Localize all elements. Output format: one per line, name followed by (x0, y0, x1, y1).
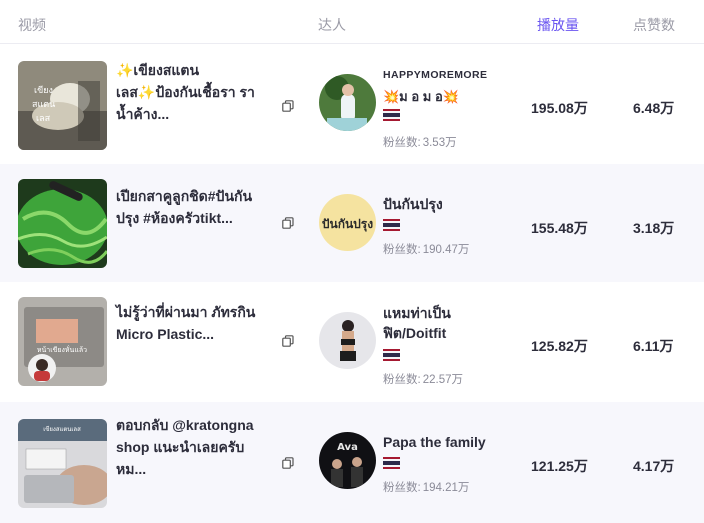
likes-value: 6.11万 (633, 338, 674, 354)
fans-value: 22.57万 (422, 374, 463, 386)
likes-value: 4.17万 (633, 458, 675, 474)
fans-count: 粉丝数: 22.57万 (383, 371, 463, 387)
column-header-plays-sort[interactable]: 播放量 (537, 15, 579, 35)
fans-count: 粉丝数: 194.21万 (383, 479, 469, 495)
thailand-flag-icon (383, 109, 400, 121)
video-title[interactable]: เปียกสาคูลูกชิด#ปันกัน ปรุง #ห้องครัวtik… (116, 185, 266, 229)
video-thumbnail[interactable] (18, 179, 107, 268)
copy-icon[interactable] (282, 335, 294, 347)
fans-value: 3.53万 (422, 137, 457, 149)
fans-label: 粉丝数: (383, 482, 421, 494)
creator-name[interactable]: HAPPYMOREMORE (383, 65, 503, 85)
table-row[interactable]: หน้าเขียงหั่นแล้ว ไม่รู้ว่าที่ผ่านมา ภัท… (0, 282, 704, 400)
creator-name[interactable]: Papa the family (383, 432, 503, 452)
table-row[interactable]: เปียกสาคูลูกชิด#ปันกัน ปรุง #ห้องครัวtik… (0, 164, 704, 282)
fans-label: 粉丝数: (383, 244, 421, 256)
column-header-creator: 达人 (318, 17, 346, 33)
svg-text:เลส: เลส (36, 114, 51, 124)
creator-nickname: 💥ม อ ม อ💥 (383, 89, 459, 104)
likes-value: 6.48万 (633, 100, 675, 116)
thailand-flag-icon (383, 349, 400, 361)
fans-label: 粉丝数: (383, 137, 421, 149)
svg-text:เขียงสแตนเลส: เขียงสแตนเลส (43, 425, 81, 433)
column-header-likes-sort[interactable]: 点赞数 (633, 15, 675, 35)
thailand-flag-icon (383, 457, 400, 469)
svg-text:Ava: Ava (337, 442, 358, 453)
plays-value: 195.08万 (531, 100, 588, 116)
thailand-flag-icon (383, 219, 400, 231)
video-title[interactable]: ✨เขียงสแตน เลส✨ป้องกันเชื้อรา รา น้ำค้าง… (116, 59, 266, 125)
creator-avatar[interactable] (319, 312, 376, 369)
table-header: 视频 达人 播放量 点赞数 (0, 0, 704, 44)
creator-avatar[interactable]: Ava (319, 432, 376, 489)
fans-value: 194.21万 (422, 482, 470, 494)
video-title[interactable]: ไม่รู้ว่าที่ผ่านมา ภัทรกิน Micro Plastic… (116, 301, 266, 345)
fans-label: 粉丝数: (383, 374, 421, 386)
video-thumbnail[interactable]: เขียงสแตนเลส (18, 419, 107, 508)
table-row[interactable]: เขียงสแตนเลส ตอบกลับ @kratongna shop แนะ… (0, 402, 704, 523)
video-title[interactable]: ตอบกลับ @kratongna shop แนะนำเลยครับ หม.… (116, 414, 266, 480)
video-thumbnail[interactable]: เขียง สแตน เลส (18, 61, 107, 150)
plays-value: 121.25万 (531, 458, 588, 474)
creator-name[interactable]: แหมท่าเป็น ฟิต/Doitfit (383, 303, 503, 343)
svg-text:ปันกันปรุง: ปันกันปรุง (322, 217, 373, 232)
plays-value: 125.82万 (531, 338, 588, 354)
creator-avatar[interactable] (319, 74, 376, 131)
svg-text:หน้าเขียงหั่นแล้ว: หน้าเขียงหั่นแล้ว (37, 345, 87, 354)
creator-avatar[interactable]: ปันกันปรุง (319, 194, 376, 251)
column-header-video: 视频 (18, 17, 46, 33)
creator-name[interactable]: ปันกันปรุง (383, 194, 503, 214)
copy-icon[interactable] (282, 100, 294, 112)
svg-text:สแตน: สแตน (32, 100, 55, 110)
table-row[interactable]: เขียง สแตน เลส ✨เขียงสแตน เลส✨ป้องกันเชื… (0, 45, 704, 163)
fans-count: 粉丝数: 3.53万 (383, 134, 457, 150)
fans-count: 粉丝数: 190.47万 (383, 241, 469, 257)
copy-icon[interactable] (282, 217, 294, 229)
svg-text:เขียง: เขียง (34, 85, 53, 96)
likes-value: 3.18万 (633, 220, 675, 236)
plays-value: 155.48万 (531, 220, 588, 236)
copy-icon[interactable] (282, 457, 294, 469)
video-thumbnail[interactable]: หน้าเขียงหั่นแล้ว (18, 297, 107, 386)
fans-value: 190.47万 (422, 244, 470, 256)
